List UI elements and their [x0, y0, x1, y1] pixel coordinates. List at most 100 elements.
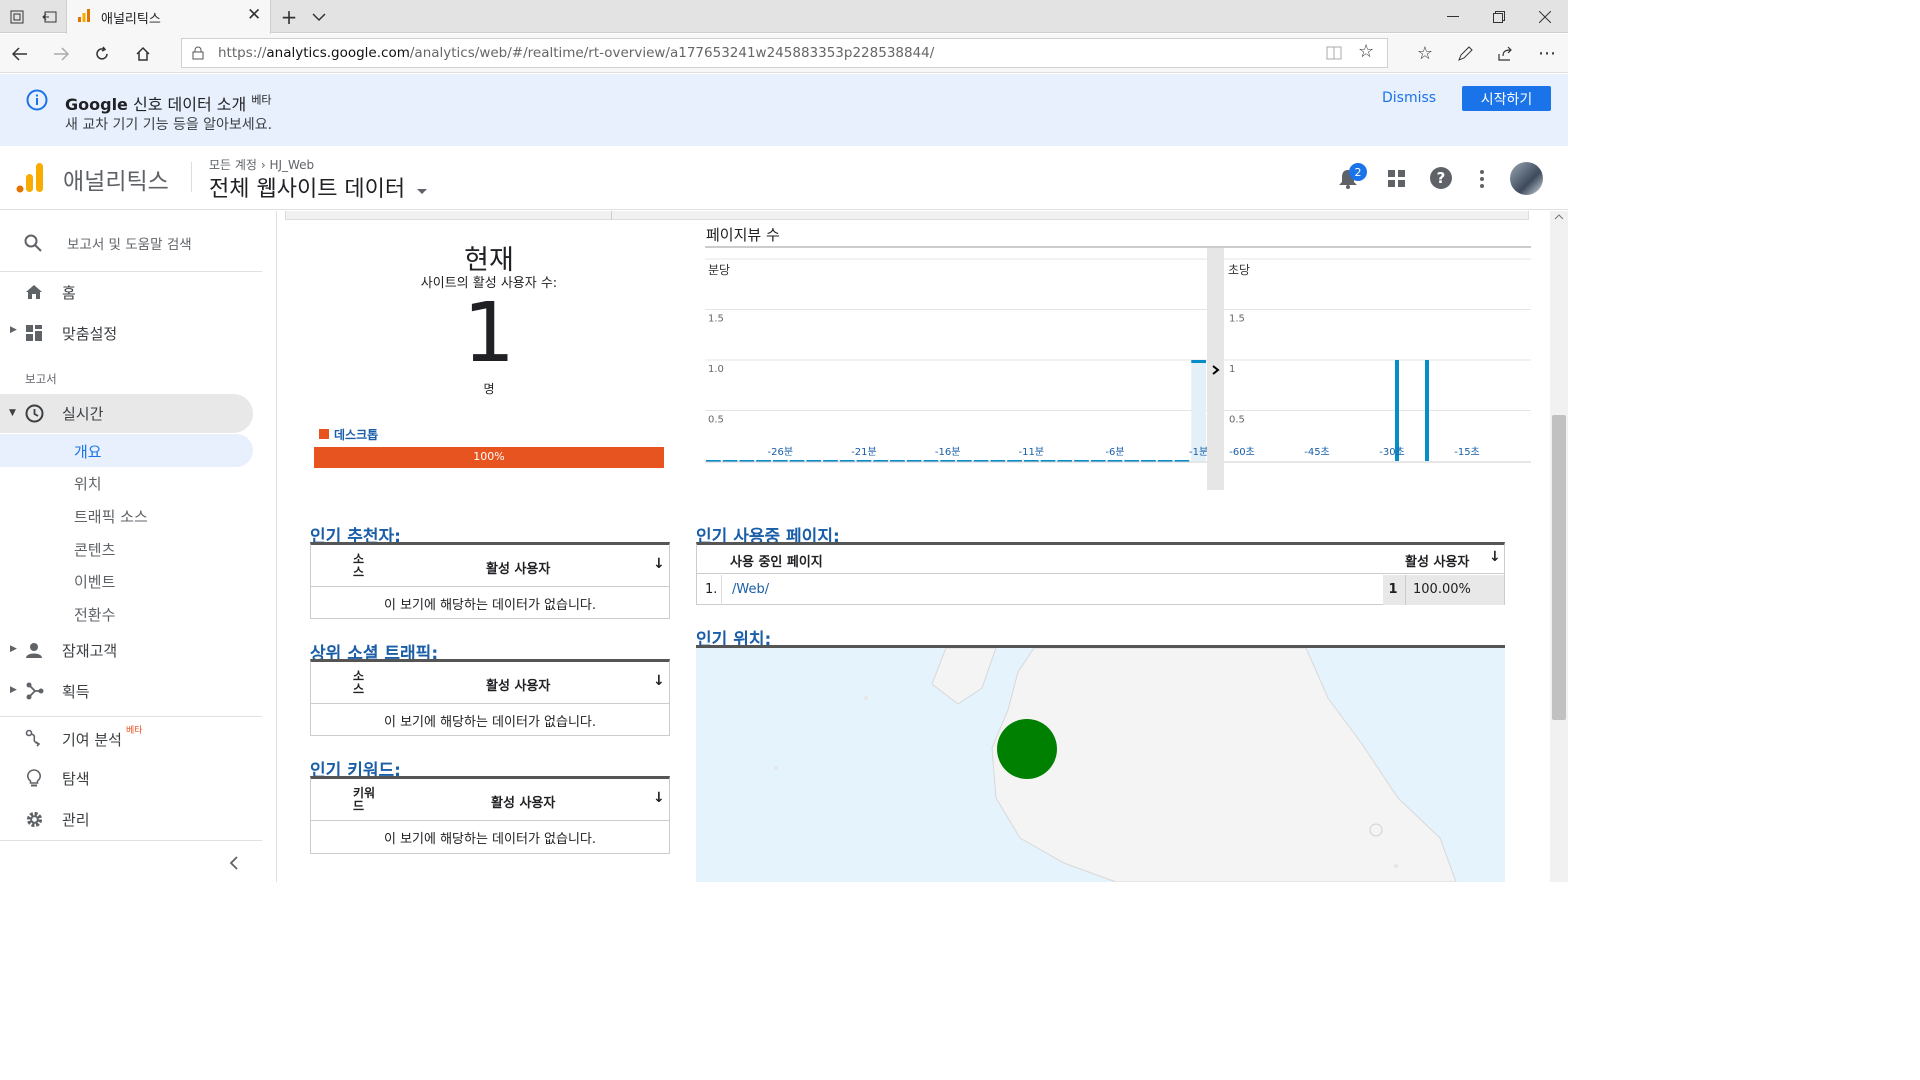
- back-icon[interactable]: [0, 34, 40, 73]
- chart-subtitle: 초당: [1228, 263, 1250, 277]
- home-browser-icon[interactable]: [123, 34, 163, 73]
- active-users-unit: 명: [483, 382, 495, 396]
- reports-section-label: 보고서: [25, 372, 57, 386]
- clock-icon: [25, 404, 44, 423]
- active-pages-table: 사용 중인 페이지 활성 사용자 ↓ 1. /Web/ 1 100.00%: [696, 542, 1505, 605]
- sort-arrow-icon[interactable]: ↓: [653, 556, 665, 572]
- column-page[interactable]: 사용 중인 페이지: [730, 551, 823, 570]
- collapse-sidebar-chevron-icon[interactable]: [229, 856, 239, 870]
- close-window-icon[interactable]: [1522, 0, 1568, 33]
- row-page-link[interactable]: /Web/: [732, 582, 769, 597]
- row-pct: 100.00%: [1413, 582, 1471, 597]
- person-icon: [26, 643, 42, 658]
- dismiss-button[interactable]: Dismiss: [1382, 90, 1436, 106]
- bar: [1191, 360, 1206, 363]
- sidebar-sub-content[interactable]: 콘텐츠: [74, 539, 115, 560]
- sidebar-item-acquisition[interactable]: ▶ 획득: [0, 674, 262, 708]
- tab-list-chevron-icon[interactable]: [306, 0, 332, 33]
- sidebar-item-attribution[interactable]: 기여 분석 베타: [0, 720, 262, 754]
- scrollbar-thumb[interactable]: [1552, 415, 1566, 720]
- sidebar-sub-overview[interactable]: 개요: [0, 434, 253, 467]
- keywords-table: 키워드 활성 사용자 ↓ 이 보기에 해당하는 데이터가 없습니다.: [310, 776, 670, 854]
- scroll-up-icon[interactable]: [1554, 213, 1564, 220]
- y-tick-label: 1.0: [708, 364, 724, 375]
- table-header: 키워드 활성 사용자 ↓: [311, 779, 669, 821]
- sidebar-item-discover[interactable]: 탐색: [0, 761, 262, 795]
- help-icon[interactable]: ?: [1430, 167, 1452, 189]
- tab-actions-icon[interactable]: [0, 0, 33, 33]
- chevron-right-icon: [1212, 365, 1220, 375]
- expand-arrow-icon: ▶: [10, 685, 17, 695]
- favorites-list-icon[interactable]: ☆: [1405, 34, 1445, 73]
- x-tick-label: -16분: [935, 446, 961, 458]
- column-active-users[interactable]: 활성 사용자: [1405, 551, 1469, 570]
- browser-tab-bar: 애널리틱스 ✕ +: [0, 0, 1568, 34]
- maximize-icon[interactable]: [1476, 0, 1522, 33]
- table-row[interactable]: 1. /Web/ 1 100.00%: [697, 575, 1504, 605]
- browser-tab[interactable]: 애널리틱스 ✕: [66, 0, 271, 34]
- dashboard-icon: [26, 325, 42, 341]
- minimize-icon[interactable]: [1430, 0, 1476, 33]
- sidebar-item-custom[interactable]: ▶ 맞춤설정: [0, 316, 262, 350]
- empty-message: 이 보기에 해당하는 데이터가 없습니다.: [383, 597, 597, 613]
- x-tick-label: -1분: [1189, 446, 1207, 458]
- desktop-legend-label: 데스크톱: [334, 428, 379, 442]
- column-source[interactable]: 소스: [353, 670, 367, 696]
- column-keyword[interactable]: 키워드: [353, 787, 381, 813]
- sidebar-sub-conversions[interactable]: 전환수: [74, 604, 115, 625]
- attribution-icon: [25, 729, 41, 747]
- apps-grid-icon[interactable]: [1388, 170, 1406, 188]
- table-header: 소스 활성 사용자 ↓: [311, 662, 669, 704]
- bar: [1425, 360, 1429, 461]
- sort-arrow-icon[interactable]: ↓: [653, 673, 665, 689]
- sort-arrow-icon[interactable]: ↓: [653, 790, 665, 806]
- location-map[interactable]: [696, 648, 1505, 882]
- acquisition-icon: [26, 682, 44, 700]
- sidebar-item-audience[interactable]: ▶ 잠재고객: [0, 633, 262, 667]
- sidebar-item-realtime[interactable]: ▼ 실시간: [0, 394, 253, 433]
- set-tabs-aside-icon[interactable]: [33, 0, 66, 33]
- sort-arrow-icon[interactable]: ↓: [1489, 549, 1501, 565]
- per-minute-chart: 분당 1.5 1.0 0.5 -26분 -21분 -16분 -11분 -6분 -1분: [705, 258, 1207, 463]
- close-tab-icon[interactable]: ✕: [247, 5, 261, 25]
- start-button[interactable]: 시작하기: [1462, 86, 1551, 111]
- sidebar-item-home[interactable]: 홈: [0, 275, 262, 309]
- favorite-star-icon[interactable]: ☆: [1358, 41, 1374, 62]
- x-tick-label: -21분: [851, 446, 877, 458]
- column-source[interactable]: 소스: [353, 553, 367, 579]
- attribution-beta-badge: 베타: [126, 726, 143, 736]
- forward-icon[interactable]: [41, 34, 81, 73]
- more-vert-icon[interactable]: [1479, 169, 1485, 189]
- sidebar-item-admin[interactable]: 관리: [0, 802, 262, 836]
- avatar[interactable]: [1510, 162, 1543, 195]
- banner-title: Google 신호 데이터 소개 베타: [65, 93, 272, 114]
- location-marker[interactable]: [997, 719, 1057, 779]
- empty-message: 이 보기에 해당하는 데이터가 없습니다.: [383, 714, 597, 730]
- refresh-icon[interactable]: [82, 34, 122, 73]
- column-active-users[interactable]: 활성 사용자: [486, 558, 550, 577]
- desktop-legend-swatch: [319, 429, 329, 439]
- search-reports-input[interactable]: 보고서 및 도움말 검색: [67, 233, 192, 253]
- more-browser-icon[interactable]: ⋯: [1527, 34, 1567, 73]
- column-active-users[interactable]: 활성 사용자: [491, 792, 555, 811]
- sidebar-sub-traffic-sources[interactable]: 트래픽 소스: [74, 506, 148, 527]
- new-tab-icon[interactable]: +: [276, 0, 302, 33]
- product-name: 애널리틱스: [63, 169, 169, 195]
- column-active-users[interactable]: 활성 사용자: [486, 675, 550, 694]
- row-rank: 1.: [705, 582, 718, 597]
- pageviews-title: 페이지뷰 수: [706, 226, 780, 244]
- address-bar[interactable]: https://analytics.google.com/analytics/w…: [181, 38, 1388, 68]
- sidebar-sub-events[interactable]: 이벤트: [74, 571, 115, 592]
- pen-icon[interactable]: [1445, 34, 1485, 73]
- analytics-header: 애널리틱스 모든 계정 › HJ_Web 전체 웹사이트 데이터 2 ?: [0, 146, 1568, 210]
- x-tick-label: -60초: [1229, 446, 1255, 458]
- reading-view-icon[interactable]: [1326, 46, 1342, 60]
- chart-divider[interactable]: [1207, 248, 1224, 490]
- sidebar-sub-location[interactable]: 위치: [74, 473, 102, 494]
- dropdown-arrow-icon: [417, 189, 428, 194]
- x-tick-label: -45초: [1304, 446, 1330, 458]
- x-tick-label: -6분: [1105, 446, 1124, 458]
- view-selector[interactable]: 전체 웹사이트 데이터: [209, 171, 428, 203]
- expand-arrow-icon: ▶: [10, 325, 17, 335]
- share-icon[interactable]: [1485, 34, 1525, 73]
